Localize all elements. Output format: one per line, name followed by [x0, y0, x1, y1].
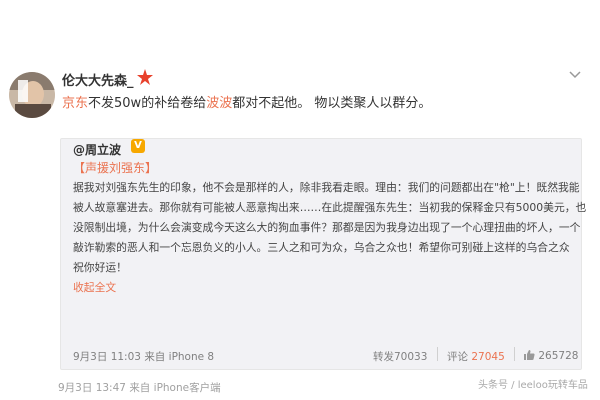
quote-line-end: 祝你好运！	[73, 261, 127, 274]
chevron-down-icon[interactable]	[569, 70, 581, 80]
divider	[514, 347, 515, 361]
quote-device[interactable]: iPhone 8	[169, 351, 214, 363]
reposted-weibo: @周立波 V 【声援刘强东】 据我对刘强东先生的印象，他不会是那样的人，除非我看…	[60, 138, 586, 370]
topic-hashtag[interactable]: 【声援刘强东】	[73, 159, 157, 176]
expand-collapse-link[interactable]: 收起全文	[73, 281, 116, 294]
post-text-part: 不发50w的补给卷给	[88, 96, 207, 111]
like-count: 265728	[538, 350, 579, 362]
quote-date[interactable]: 9月3日 11:03	[73, 351, 141, 363]
like-button[interactable]: 265728	[523, 349, 578, 362]
post-from: 来自	[129, 382, 151, 394]
repost-count: 70033	[394, 351, 428, 363]
quote-line: 据我对刘强东先生的印象，他不会是那样的人，除非我看走眼。理由：我们的问题都出在"…	[73, 181, 580, 194]
member-crown-icon[interactable]	[136, 68, 154, 86]
quote-line: 敲诈勒索的恶人和一个忘恩负义的小人。三人之和可为众，乌合之众也！希望你可别碰上这…	[73, 241, 570, 254]
comment-count: 27045	[471, 351, 505, 363]
quote-line: 没限制出境，为什么会演变成今天这么大的狗血事件？那都是因为我身边出现了一个心理扭…	[73, 221, 581, 234]
post-text: 京东不发50w的补给卷给波波都对不起他。 物以类聚人以群分。	[62, 92, 431, 111]
bobo-link[interactable]: 波波	[206, 96, 232, 111]
quote-from: 来自	[144, 351, 166, 363]
verified-badge-icon: V	[131, 139, 145, 153]
comment-button[interactable]: 评论 27045	[447, 349, 505, 364]
repost-button[interactable]: 转发70033	[373, 349, 427, 364]
quote-line-expand: 收起全文	[73, 281, 116, 295]
jd-link[interactable]: 京东	[62, 96, 88, 111]
quote-line: 祝你好运！	[73, 261, 127, 275]
comment-label: 评论	[447, 351, 468, 363]
post-date[interactable]: 9月3日 13:47	[58, 382, 126, 394]
post-text-rest: 都对不起他。 物以类聚人以群分。	[232, 96, 432, 111]
watermark: 头条号 / leeloo玩转车品	[478, 380, 588, 391]
post-device[interactable]: iPhone客户端	[154, 382, 221, 394]
divider	[437, 347, 438, 361]
repost-label: 转发	[373, 351, 394, 363]
thumbs-up-icon	[524, 350, 535, 360]
post-meta: 9月3日 13:47 来自 iPhone客户端	[58, 380, 221, 395]
quoted-author[interactable]: @周立波	[73, 141, 121, 158]
username[interactable]: 伦大大先森_	[62, 70, 134, 89]
quote-meta: 9月3日 11:03 来自 iPhone 8	[73, 349, 214, 364]
weibo-post: 伦大大先森_ 京东不发50w的补给卷给波波都对不起他。 物以类聚人以群分。 @周…	[0, 58, 600, 394]
user-avatar[interactable]	[9, 72, 55, 118]
quote-line: 被人故意塞进去。那你就有可能被人恶意掏出来……在此提醒强东先生：当初我的保释金只…	[73, 201, 587, 214]
